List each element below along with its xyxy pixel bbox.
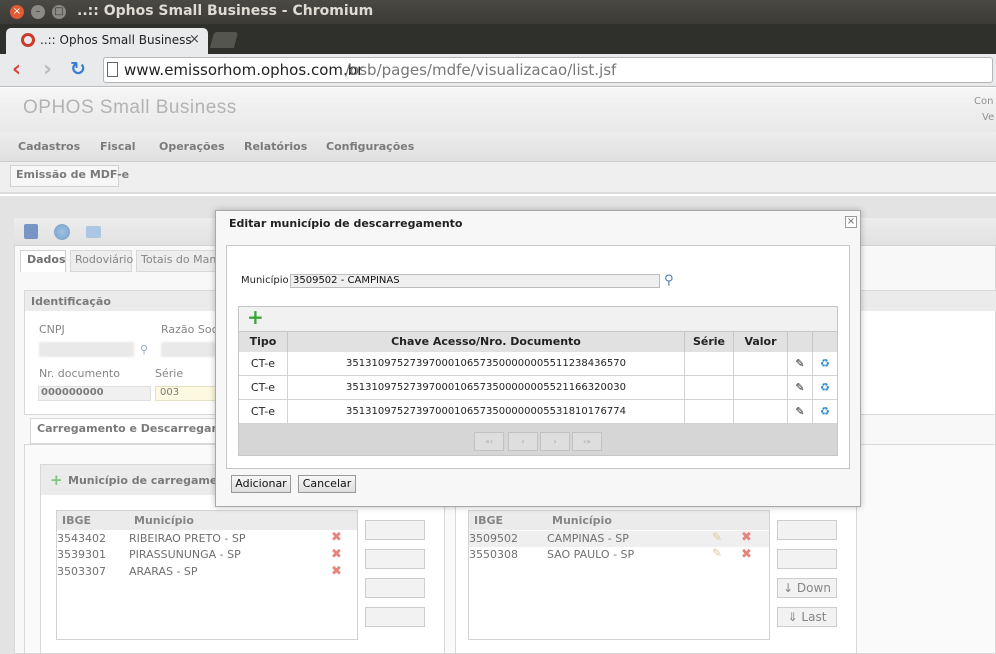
- trash-icon[interactable]: ♻: [813, 376, 837, 400]
- edit-icon[interactable]: ✎: [788, 376, 813, 400]
- page-icon: [107, 62, 118, 77]
- browser-tab-title: ..:: Ophos Small Business: [40, 33, 192, 47]
- url-path: /osb/pages/mdfe/visualizacao/list.jsf: [345, 61, 617, 79]
- close-tab-icon[interactable]: ×: [189, 32, 200, 47]
- row-1-chave: 3513109752739700010657350000000551123843…: [288, 352, 685, 376]
- pager-prev[interactable]: ‹: [508, 432, 538, 451]
- col-delete: [813, 332, 837, 352]
- trash-icon[interactable]: ♻: [813, 400, 837, 424]
- municipio-search-icon[interactable]: ⚲: [664, 273, 674, 288]
- dialog-close-icon[interactable]: ×: [845, 216, 857, 228]
- dialog-title: Editar município de descarregamento: [229, 217, 463, 230]
- row-2-valor: [734, 376, 788, 400]
- back-icon[interactable]: ‹: [12, 57, 21, 82]
- col-chave: Chave Acesso/Nro. Documento: [288, 332, 685, 352]
- row-1-serie: [685, 352, 734, 376]
- row-2-tipo: CT-e: [239, 376, 288, 400]
- maximize-window-icon[interactable]: □: [52, 5, 66, 19]
- new-tab-button[interactable]: [209, 32, 239, 48]
- row-2-chave: 3513109752739700010657350000000552116632…: [288, 376, 685, 400]
- municipio-label: Município: [241, 275, 289, 286]
- close-window-icon[interactable]: ×: [10, 5, 24, 19]
- col-valor: Valor: [734, 332, 788, 352]
- favicon-icon: [21, 33, 35, 47]
- row-1-tipo: CT-e: [239, 352, 288, 376]
- reload-icon[interactable]: ↻: [70, 58, 86, 80]
- col-tipo: Tipo: [239, 332, 288, 352]
- row-3-valor: [734, 400, 788, 424]
- row-1-valor: [734, 352, 788, 376]
- pager-first[interactable]: «‹: [474, 432, 504, 451]
- row-3-chave: 3513109752739700010657350000000553181017…: [288, 400, 685, 424]
- municipio-input[interactable]: 3509502 - CAMPINAS: [290, 274, 660, 288]
- table-pager: [239, 424, 837, 455]
- window-title: ..:: Ophos Small Business - Chromium: [77, 3, 374, 19]
- url-host: www.emissorhom.ophos.com.br: [124, 61, 364, 79]
- forward-icon[interactable]: ›: [43, 57, 52, 82]
- row-2-serie: [685, 376, 734, 400]
- trash-icon[interactable]: ♻: [813, 352, 837, 376]
- pager-next[interactable]: ›: [540, 432, 570, 451]
- row-3-tipo: CT-e: [239, 400, 288, 424]
- minimize-window-icon[interactable]: –: [31, 5, 45, 19]
- edit-icon[interactable]: ✎: [788, 400, 813, 424]
- edit-icon[interactable]: ✎: [788, 352, 813, 376]
- add-document-icon[interactable]: +: [247, 305, 264, 329]
- cancelar-button[interactable]: Cancelar: [298, 475, 356, 493]
- adicionar-button[interactable]: Adicionar: [231, 475, 291, 493]
- col-edit: [788, 332, 813, 352]
- col-serie: Série: [685, 332, 734, 352]
- row-3-serie: [685, 400, 734, 424]
- table-toolbar: [239, 307, 837, 332]
- pager-last[interactable]: ›»: [572, 432, 602, 451]
